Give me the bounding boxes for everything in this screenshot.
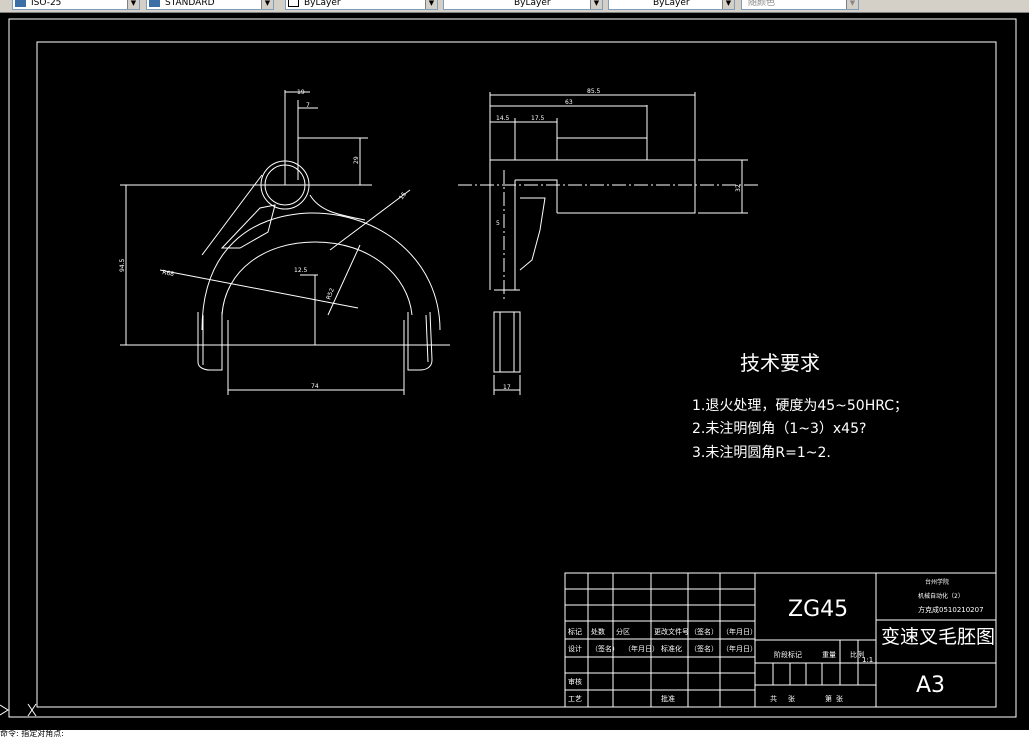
- drawing-canvas[interactable]: 19 7 29 15 R68 12.5 R52 94.5 74 85.5 63 …: [0, 13, 1029, 730]
- sheet-outer-border: [8, 18, 1017, 718]
- major-name: 机械自动化（2）: [918, 592, 964, 600]
- tb-gongyi: 工艺: [568, 695, 582, 703]
- school-name: 台州学院: [925, 578, 949, 586]
- dim-12-5: 12.5: [294, 267, 308, 274]
- tb-di: 第: [825, 694, 832, 703]
- tb-bili-value: 1:1: [862, 656, 873, 664]
- tb-fenqu: 分区: [616, 627, 630, 636]
- tb-jieduan: 阶段标记: [774, 650, 802, 659]
- tb-wenjian: 更改文件号: [654, 627, 689, 636]
- text-style-combo[interactable]: STANDARD ▼: [146, 0, 274, 10]
- tech-requirement-2: 2.未注明倒角（1~3）x45?: [692, 421, 866, 437]
- plot-style-combo[interactable]: 随颜色 ▼: [741, 0, 859, 10]
- dim-19: 19: [297, 89, 305, 96]
- table-style-icon: [149, 0, 160, 7]
- tb-qianming: （签名）: [690, 627, 718, 636]
- tech-requirements-title: 技术要求: [740, 351, 820, 375]
- dim-32: 32: [735, 184, 742, 192]
- dim-74: 74: [311, 383, 319, 390]
- dim-85-5: 85.5: [587, 88, 601, 95]
- sheet-inner-border: [36, 41, 997, 708]
- tech-requirement-3: 3.未注明圆角R=1~2.: [692, 445, 831, 461]
- chevron-down-icon[interactable]: ▼: [261, 0, 273, 9]
- dim-5: 5: [496, 220, 500, 227]
- tb-shenhe: 审核: [568, 677, 582, 686]
- side-view: [458, 92, 760, 395]
- chevron-down-icon[interactable]: ▼: [846, 0, 858, 9]
- chevron-down-icon[interactable]: ▼: [425, 0, 437, 9]
- dim-r68: R68: [162, 269, 175, 278]
- tb-bzh-sign: （签名）: [690, 644, 718, 653]
- tb-nianyueri: （年月日）: [722, 627, 757, 636]
- student-name: 方克成0510210207: [918, 605, 984, 614]
- tb-sheji-sign: （签名）: [591, 644, 619, 653]
- tb-pizhun: 批准: [661, 694, 675, 703]
- dim-r52: R52: [325, 287, 336, 301]
- tb-biaoji: 标记: [568, 627, 582, 636]
- dim-63: 63: [565, 99, 573, 106]
- tb-chushu: 处数: [591, 627, 605, 636]
- chevron-down-icon[interactable]: ▼: [722, 0, 734, 9]
- sheet-size: A3: [916, 673, 945, 698]
- dim-style-combo[interactable]: ISO-25 ▼: [12, 0, 140, 10]
- drawing-svg: 19 7 29 15 R68 12.5 R52 94.5 74 85.5 63 …: [0, 18, 1017, 718]
- front-view: [120, 90, 450, 395]
- dim-94-5: 94.5: [119, 258, 126, 272]
- tb-zhang2: 张: [836, 694, 843, 703]
- tb-zhang: 张: [788, 694, 795, 703]
- chevron-down-icon[interactable]: ▼: [590, 0, 602, 9]
- material-label: ZG45: [788, 597, 848, 622]
- tb-zhongliang: 重量: [822, 651, 836, 659]
- chevron-down-icon[interactable]: ▼: [127, 0, 139, 9]
- dim-17: 17: [503, 384, 511, 391]
- color-combo[interactable]: ByLayer ▼: [285, 0, 438, 10]
- dim-14-5: 14.5: [496, 115, 510, 122]
- lineweight-combo[interactable]: ByLayer ▼: [608, 0, 735, 10]
- tb-sheji-date: （年月日）: [624, 644, 659, 653]
- tb-bzh-date: （年月日）: [722, 644, 757, 653]
- ucs-icon: [0, 703, 37, 717]
- dim-7: 7: [306, 102, 310, 109]
- tb-sheji: 设计: [568, 644, 582, 653]
- dim-style-icon: [15, 0, 26, 7]
- command-line[interactable]: 命令: 指定对角点:: [0, 730, 1029, 738]
- color-swatch-icon: [288, 0, 299, 7]
- linetype-combo[interactable]: ByLayer ▼: [443, 0, 603, 10]
- part-name: 变速叉毛胚图: [881, 626, 995, 648]
- dim-29: 29: [353, 156, 360, 164]
- dim-17-5: 17.5: [531, 115, 545, 122]
- tech-requirement-1: 1.退火处理，硬度为45~50HRC；: [692, 398, 908, 414]
- properties-toolbar: ISO-25 ▼ STANDARD ▼ ByLayer ▼ ByLayer ▼ ByLa…: [0, 0, 1029, 13]
- tb-gong: 共: [770, 694, 777, 703]
- tb-biaozhunhua: 标准化: [661, 644, 682, 653]
